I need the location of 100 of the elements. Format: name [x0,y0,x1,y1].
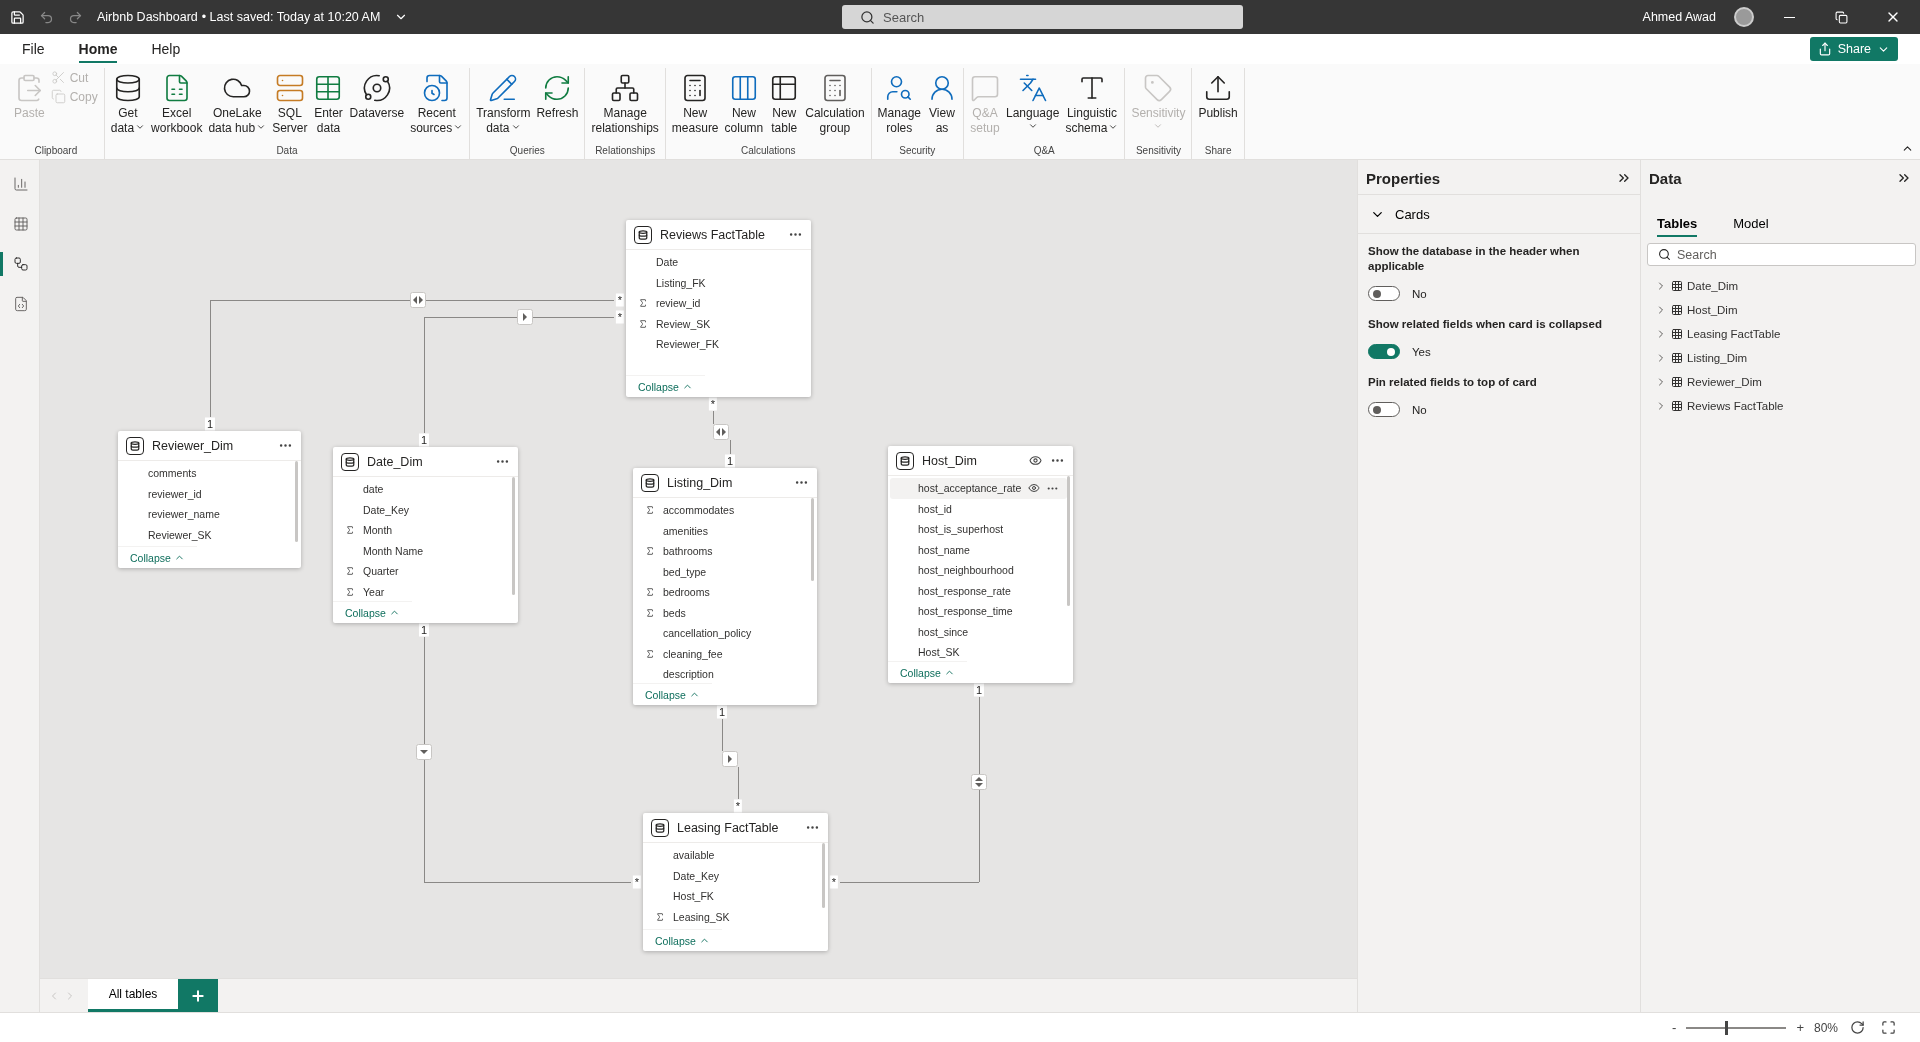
table-card[interactable]: Date_Dim date Date_Key Month Month Name Quarter Year Collapse [333,447,518,623]
toggle-switch[interactable] [1368,344,1400,359]
ribbon-button[interactable]: Refresh [534,68,581,145]
field-row[interactable]: Host_SK [890,642,1067,661]
ribbon-button[interactable]: Calculation group [803,68,867,145]
field-row[interactable]: Year [335,581,512,601]
ribbon-button[interactable]: Linguistic schema [1063,68,1121,145]
table-item[interactable]: Date_Dim [1641,274,1920,298]
field-row[interactable]: Leasing_SK [645,906,822,927]
field-row[interactable]: host_response_time [890,601,1067,622]
field-row[interactable]: Month Name [335,540,512,561]
field-row[interactable]: bathrooms [635,541,811,562]
pane-tab[interactable]: Tables [1657,212,1698,237]
ribbon-button[interactable]: Manage roles [875,68,923,145]
ribbon-button[interactable]: Dataverse [347,68,407,145]
field-row[interactable]: Date [628,252,805,273]
field-row[interactable]: host_since [890,621,1067,642]
field-row[interactable]: reviewer_name [120,504,295,525]
collapse-button[interactable]: Collapse [333,601,412,623]
save-icon[interactable] [10,9,25,25]
table-item[interactable]: Listing_Dim [1641,346,1920,370]
field-row[interactable]: host_response_rate [890,580,1067,601]
field-row[interactable]: host_neighbourhood [890,560,1067,581]
search-field[interactable]: Search [842,5,1243,29]
table-card[interactable]: Reviews FactTable Date Listing_FK review_id Review_SK Reviewer_FK Collapse [626,220,811,397]
collapse-button[interactable]: Collapse [626,375,705,397]
table-card[interactable]: Leasing FactTable available Date_Key Host_FK Leasing_SK Collapse [643,813,828,951]
field-row[interactable]: Date_Key [335,499,512,520]
field-row[interactable]: Date_Key [645,865,822,886]
scrollbar[interactable] [811,498,814,582]
redo-icon[interactable] [68,9,83,25]
undo-icon[interactable] [39,9,54,25]
search-field[interactable]: Search [1647,243,1916,266]
ribbon-button[interactable]: Publish [1196,68,1240,145]
collapse-button[interactable]: Collapse [643,929,722,951]
table-card[interactable]: Reviewer_Dim comments reviewer_id reviewer_name Reviewer_SK Collapse [118,431,301,568]
field-row[interactable]: Listing_FK [628,272,805,293]
field-row[interactable]: available [645,845,822,866]
ribbon-button[interactable]: Excel workbook [149,68,205,145]
field-row[interactable]: host_id [890,498,1067,519]
field-row[interactable]: cleaning_fee [635,643,811,664]
eye-icon[interactable] [1029,454,1042,467]
table-item[interactable]: Leasing FactTable [1641,322,1920,346]
field-row[interactable]: accommodates [635,500,811,521]
ribbon-button[interactable]: New table [767,68,802,145]
table-card[interactable]: Host_Dim host_acceptance_rate host_id host_is_superhost host_name host_neighbourhood host_response_rate host_response_time host_since Host_SK Collapse [888,446,1073,683]
page-tab[interactable]: All tables [88,979,178,1012]
field-row[interactable]: host_is_superhost [890,519,1067,540]
collapse-button[interactable]: Collapse [118,546,197,568]
field-row[interactable]: Host_FK [645,886,822,907]
share-button[interactable]: Share [1809,37,1898,61]
field-row[interactable]: comments [120,463,295,484]
ribbon-button[interactable]: New measure [669,68,721,145]
field-row[interactable]: Quarter [335,561,512,582]
menu-tab[interactable]: File [22,35,45,63]
field-row[interactable]: date [335,479,512,500]
avatar[interactable] [1734,7,1754,27]
field-row[interactable]: cancellation_policy [635,623,811,644]
table-item[interactable]: Host_Dim [1641,298,1920,322]
ribbon-button[interactable]: Transform data [474,68,533,145]
field-row[interactable]: Review_SK [628,313,805,334]
field-row[interactable]: bedrooms [635,582,811,603]
field-row[interactable]: host_acceptance_rate [890,478,1067,499]
toggle-switch[interactable] [1368,286,1400,301]
scrollbar[interactable] [1067,476,1070,606]
table-item[interactable]: Reviews FactTable [1641,394,1920,418]
field-row[interactable]: review_id [628,293,805,314]
scrollbar[interactable] [512,477,515,595]
scrollbar[interactable] [295,461,298,542]
eye-icon[interactable] [1028,482,1040,495]
field-row[interactable]: beds [635,602,811,623]
field-row[interactable]: description [635,664,811,683]
collapse-button[interactable]: Collapse [633,683,712,705]
field-row[interactable]: Reviewer_FK [628,334,805,355]
table-card[interactable]: Listing_Dim accommodates amenities bathrooms bed_type bedrooms beds cancellation_policy cleaning_fee description Collapse [633,468,817,705]
ribbon-button[interactable]: View as [925,68,959,145]
ribbon-button[interactable]: Get data [108,68,148,145]
zoom-in-button[interactable]: + [1794,1020,1806,1035]
zoom-out-button[interactable]: - [1670,1020,1679,1035]
pane-tab[interactable]: Model [1733,212,1769,237]
field-row[interactable]: amenities [635,520,811,541]
ribbon-button[interactable]: Recent sources [408,68,466,145]
field-row[interactable]: reviewer_id [120,483,295,504]
ribbon-button[interactable]: Enter data [311,68,346,145]
table-item[interactable]: Reviewer_Dim [1641,370,1920,394]
field-row[interactable]: Month [335,520,512,541]
menu-tab[interactable]: Help [151,35,181,63]
add-page-button[interactable] [178,979,218,1012]
scrollbar[interactable] [822,843,825,908]
ribbon-button[interactable]: New column [722,68,766,145]
section-header[interactable]: Cards [1358,194,1640,234]
field-row[interactable]: bed_type [635,561,811,582]
field-row[interactable]: Reviewer_SK [120,524,295,545]
ribbon-button[interactable]: Manage relationships [589,68,661,145]
toggle-switch[interactable] [1368,402,1400,417]
field-row[interactable]: host_name [890,539,1067,560]
slider-thumb[interactable] [1725,1020,1729,1035]
ribbon-button[interactable]: Language [1004,68,1062,145]
ribbon-button[interactable]: OneLake data hub [206,68,269,145]
ribbon-button[interactable]: SQL Server [270,68,310,145]
